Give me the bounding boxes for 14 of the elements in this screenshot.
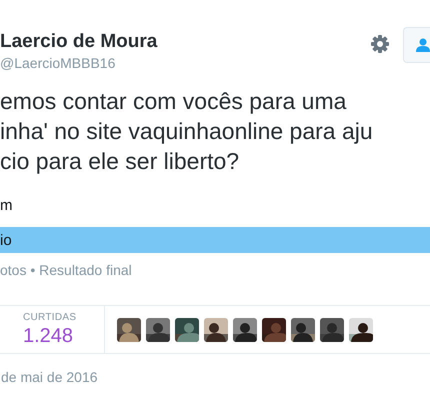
tweet-text-line: emos contar com vocês para uma <box>0 87 348 116</box>
person-icon <box>416 38 430 52</box>
tweet-date[interactable]: de mai de 2016 <box>1 369 98 385</box>
author-name[interactable]: Laercio de Moura <box>0 31 158 53</box>
poll-option: io <box>0 232 12 248</box>
likes-label: CURTIDAS <box>23 312 78 324</box>
tweet-text-line: inha' no site vaquinhaonline para aju <box>0 117 374 146</box>
poll-result-text: otos • Resultado final <box>0 262 133 278</box>
tweet-text-line: cio para ele ser liberto? <box>0 147 240 176</box>
likes-count[interactable]: 1.248 <box>23 324 104 348</box>
follow-button[interactable] <box>403 27 430 63</box>
settings-icon[interactable] <box>370 34 390 54</box>
author-handle[interactable]: @LaercioMBBB16 <box>0 53 158 73</box>
poll-option: m <box>0 196 12 214</box>
